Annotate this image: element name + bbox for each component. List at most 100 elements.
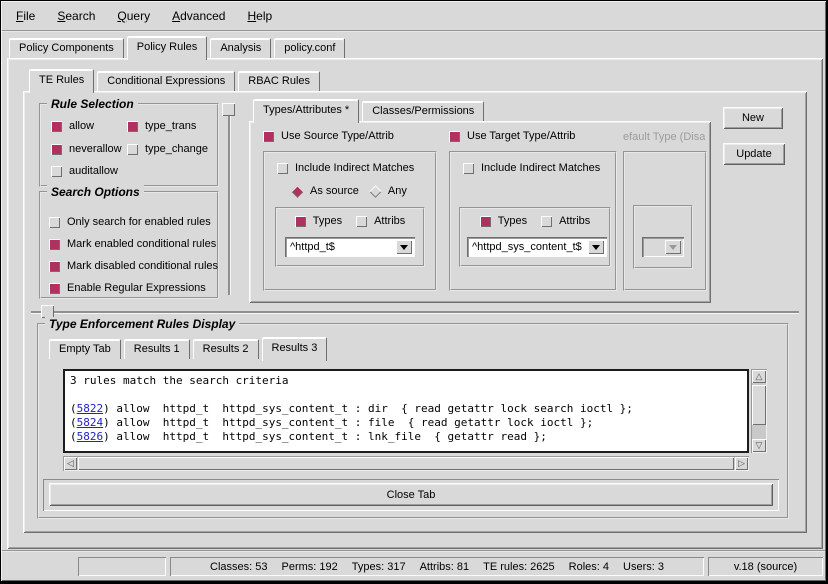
vertical-scrollbar[interactable]: △ ▽ [751,369,767,453]
rule-link-5824[interactable]: 5824 [77,416,104,429]
search-options-group: Search Options Only search for enabled r… [39,191,219,299]
menu-help[interactable]: Help [239,6,280,26]
menu-query[interactable]: Query [109,6,158,26]
results-title: Type Enforcement Rules Display [45,317,239,331]
checkbox-type-change[interactable]: type_change [127,142,208,156]
checkbox-source-indirect[interactable]: Include Indirect Matches [277,161,414,175]
status-version-panel: v.18 (source) [708,557,823,576]
tab-results-3[interactable]: Results 3 [262,337,328,361]
blank-line [70,388,747,402]
close-tab-frame: Close Tab [43,479,779,511]
source-types-frame: Types Attribs ^httpd_t$ [275,207,425,267]
menubar: File Search Query Advanced Help [2,2,825,32]
radio-any[interactable]: Any [371,185,407,197]
checkbox-enable-regex[interactable]: Enable Regular Expressions [49,281,206,295]
main-tabbar: Policy Components Policy Rules Analysis … [9,37,348,58]
stat-classes: Classes: 53 [210,561,267,573]
stat-users: Users: 3 [623,561,664,573]
target-types-frame: Types Attribs ^httpd_sys_content_t$ [459,207,611,267]
checkbox-target-indirect[interactable]: Include Indirect Matches [463,161,600,175]
checkbox-indicator [51,121,62,132]
combobox-value: ^httpd_sys_content_t$ [472,241,587,253]
source-type-combobox[interactable]: ^httpd_t$ [285,237,415,257]
results-text[interactable]: 3 rules match the search criteria (5822)… [63,369,749,453]
results-tabbar: Empty Tab Results 1 Results 2 Results 3 [49,337,330,359]
menu-file[interactable]: File [8,6,43,26]
paren: ) [103,416,110,429]
types-tabbar: Types/Attributes * Classes/Permissions [253,99,487,121]
scroll-up-icon[interactable]: △ [752,370,766,383]
checkbox-label: allow [69,120,94,132]
target-type-combobox[interactable]: ^httpd_sys_content_t$ [467,237,607,257]
checkbox-label: Types [313,215,342,227]
checkbox-source-attribs[interactable]: Attribs [356,215,405,227]
checkbox-use-target-type[interactable]: Use Target Type/Attrib [449,129,575,143]
scroll-right-icon[interactable]: ▷ [735,457,748,470]
horizontal-scrollbar[interactable]: ◁ ▷ [63,456,749,471]
tab-rbac-rules[interactable]: RBAC Rules [238,71,320,91]
tab-empty-tab[interactable]: Empty Tab [49,339,121,359]
checkbox-label: type_trans [145,120,196,132]
checkbox-auditallow[interactable]: auditallow [51,164,118,178]
scroll-left-icon[interactable]: ◁ [64,457,77,470]
tab-classes-permissions[interactable]: Classes/Permissions [362,101,484,121]
checkbox-target-types[interactable]: Types [480,215,527,227]
chevron-down-icon[interactable] [396,240,412,254]
tab-te-rules[interactable]: TE Rules [29,69,94,93]
stat-te-rules: TE rules: 2625 [483,561,555,573]
tab-types-attributes[interactable]: Types/Attributes * [253,99,359,123]
checkbox-allow[interactable]: allow [51,119,94,133]
horizontal-scrollbar-thumb[interactable] [78,457,734,470]
checkbox-use-source-type[interactable]: Use Source Type/Attrib [263,129,394,143]
close-tab-button[interactable]: Close Tab [49,483,773,506]
results-summary: 3 rules match the search criteria [70,374,747,388]
checkbox-only-enabled-rules[interactable]: Only search for enabled rules [49,215,211,229]
rule-link-5822[interactable]: 5822 [77,402,104,415]
checkbox-indicator [263,131,274,142]
tab-policy-conf[interactable]: policy.conf [274,38,345,58]
checkbox-label: Only search for enabled rules [67,216,211,228]
checkbox-neverallow[interactable]: neverallow [51,142,122,156]
menu-advanced[interactable]: Advanced [164,6,233,26]
stat-attribs: Attribs: 81 [420,561,470,573]
vertical-scrollbar-thumb[interactable] [752,385,766,425]
checkbox-mark-disabled-conditional[interactable]: Mark disabled conditional rules [49,259,218,273]
radio-label: Any [388,185,407,197]
checkbox-indicator [51,144,62,155]
checkbox-indicator [49,239,60,250]
tab-analysis[interactable]: Analysis [210,38,271,58]
checkbox-indicator [49,261,60,272]
vertical-sash-handle[interactable] [222,103,235,116]
tab-policy-rules[interactable]: Policy Rules [127,36,208,60]
checkbox-label: Include Indirect Matches [481,162,600,174]
rule-link-5826[interactable]: 5826 [77,430,104,443]
combobox-value: ^httpd_t$ [290,241,395,253]
scroll-down-icon[interactable]: ▽ [752,439,766,452]
paren: ) [103,430,110,443]
vertical-sash[interactable] [228,105,230,295]
checkbox-indicator [277,163,288,174]
update-button[interactable]: Update [723,143,785,165]
default-type-label: efault Type (Disa [623,131,705,143]
new-button[interactable]: New [723,107,783,129]
rule-selection-title: Rule Selection [47,97,138,111]
checkbox-indicator [295,216,306,227]
rule-text: allow httpd_t httpd_sys_content_t : dir … [110,402,633,415]
radio-as-source[interactable]: As source [293,185,359,197]
checkbox-target-attribs[interactable]: Attribs [541,215,590,227]
tab-results-1[interactable]: Results 1 [124,339,190,359]
tab-policy-components[interactable]: Policy Components [9,38,124,58]
checkbox-label: Include Indirect Matches [295,162,414,174]
checkbox-source-types[interactable]: Types [295,215,342,227]
checkbox-indicator [480,216,491,227]
horizontal-sash[interactable] [31,311,799,313]
menu-search[interactable]: Search [49,6,103,26]
tab-results-2[interactable]: Results 2 [193,339,259,359]
tab-conditional-expressions[interactable]: Conditional Expressions [97,71,235,91]
checkbox-label: Attribs [374,215,405,227]
stat-types: Types: 317 [352,561,406,573]
checkbox-mark-enabled-conditional[interactable]: Mark enabled conditional rules [49,237,216,251]
chevron-down-icon[interactable] [588,240,604,254]
checkbox-type-trans[interactable]: type_trans [127,119,196,133]
status-empty-panel [78,557,166,576]
